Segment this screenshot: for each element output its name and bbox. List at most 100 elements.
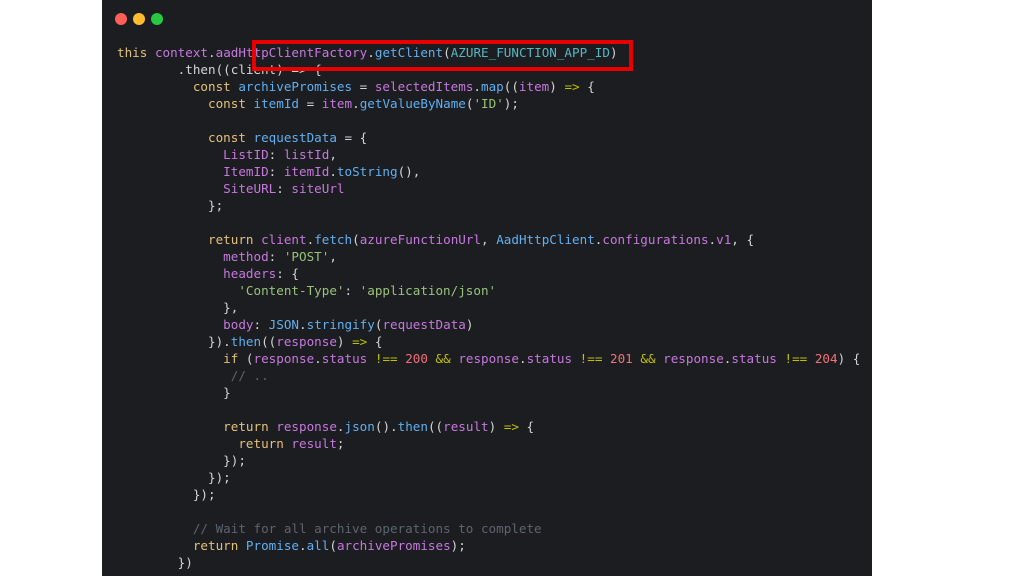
- close-window-icon[interactable]: [115, 13, 127, 25]
- code-token: 'Content-Type': [238, 283, 345, 298]
- highlight-box: [252, 40, 633, 71]
- code-token: !==: [784, 351, 808, 366]
- code-line: return Promise.all(archivePromises);: [117, 537, 860, 554]
- code-token: ((: [427, 419, 444, 434]
- code-token: stringify: [306, 317, 375, 332]
- code-line: }: [117, 384, 860, 401]
- code-token: =: [352, 79, 375, 94]
- code-token: ((: [503, 79, 519, 94]
- code-token: // ..: [230, 368, 269, 383]
- code-token: toString: [336, 164, 398, 179]
- code-token: then: [230, 334, 262, 349]
- code-token: if: [223, 351, 239, 366]
- code-token: !==: [374, 351, 398, 366]
- code-token: , {: [731, 232, 755, 247]
- code-token: {: [518, 419, 535, 434]
- minimize-window-icon[interactable]: [133, 13, 145, 25]
- code-token: 'ID': [473, 96, 504, 111]
- code-token: }).: [117, 334, 231, 349]
- code-token: 'application/json': [359, 283, 497, 298]
- code-token: requestData: [382, 317, 466, 332]
- code-token: const: [208, 130, 246, 145]
- code-token: =>: [503, 419, 519, 434]
- code-token: JSON: [268, 317, 300, 332]
- code-token: json: [344, 419, 375, 434]
- code-line: },: [117, 299, 860, 316]
- code-line: ListID: listId,: [117, 146, 860, 163]
- code-token: then: [397, 419, 428, 434]
- code-token: return: [208, 232, 254, 247]
- code-token: {: [367, 334, 383, 349]
- code-token: .: [299, 538, 307, 553]
- code-line: });: [117, 486, 860, 503]
- code-token: });: [117, 453, 246, 468]
- code-token: all: [306, 538, 330, 553]
- code-line: headers: {: [117, 265, 860, 282]
- code-token: response: [253, 351, 315, 366]
- window-controls: [115, 13, 163, 25]
- code-token: ,: [329, 249, 337, 264]
- code-token: context: [154, 45, 209, 60]
- code-token: v1: [716, 232, 732, 247]
- code-token: response: [276, 334, 337, 349]
- code-token: :: [268, 164, 284, 179]
- code-token: fetch: [314, 232, 353, 247]
- code-token: client: [261, 232, 307, 247]
- code-token: return: [223, 419, 269, 434]
- code-token: SiteURL: [223, 181, 277, 196]
- code-token: },: [117, 300, 239, 315]
- code-token: =: [299, 96, 322, 111]
- code-token: ): [549, 79, 565, 94]
- code-token: // Wait for all archive operations to co…: [192, 521, 542, 536]
- code-token: (: [352, 232, 360, 247]
- code-token: ): [488, 419, 504, 434]
- code-token: headers: [223, 266, 277, 281]
- code-token: response: [276, 419, 337, 434]
- code-token: archivePromises: [238, 79, 353, 94]
- code-token: response: [663, 351, 724, 366]
- code-token: azureFunctionUrl: [359, 232, 482, 247]
- code-line: const requestData = {: [117, 129, 860, 146]
- code-token: .: [336, 419, 345, 434]
- code-token: method: [223, 249, 269, 264]
- code-token: siteUrl: [291, 181, 345, 196]
- code-token: :: [344, 283, 360, 298]
- code-line: return result;: [117, 435, 860, 452]
- code-token: ): [336, 334, 353, 349]
- code-token: return: [238, 436, 284, 451]
- code-token: item: [518, 79, 550, 94]
- code-line: return response.json().then((result) => …: [117, 418, 860, 435]
- code-token: getValueByName: [359, 96, 466, 111]
- code-token: );: [450, 538, 466, 553]
- code-token: requestData: [253, 130, 337, 145]
- code-token: =>: [564, 79, 580, 94]
- code-token: }: [117, 385, 231, 400]
- code-line: // Wait for all archive operations to co…: [117, 520, 860, 537]
- code-token: map: [481, 79, 504, 94]
- code-line: method: 'POST',: [117, 248, 860, 265]
- code-token: 204: [814, 351, 838, 366]
- code-token: const: [208, 96, 246, 111]
- maximize-window-icon[interactable]: [151, 13, 163, 25]
- code-token: (),: [397, 164, 421, 179]
- code-line: ItemID: itemId.toString(),: [117, 163, 860, 180]
